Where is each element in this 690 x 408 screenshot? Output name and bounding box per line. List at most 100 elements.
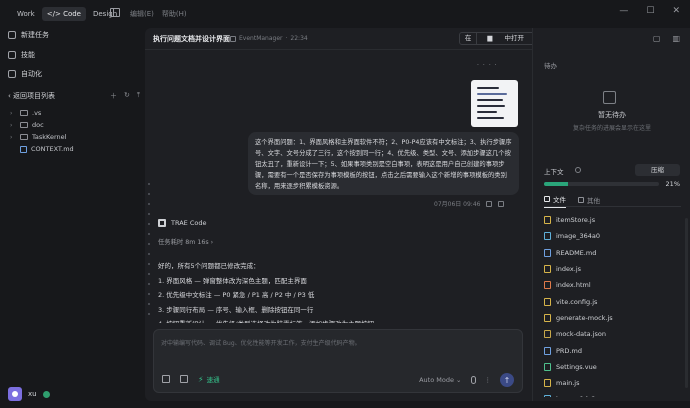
js-file-icon: [544, 379, 551, 388]
refresh-icon[interactable]: ↻: [124, 91, 130, 101]
mention-icon[interactable]: ⋮: [485, 376, 492, 384]
app-window: Work </> Code Design 编辑(E) 帮助(H) — ☐ ✕ 新…: [0, 0, 690, 408]
microphone-icon[interactable]: [470, 376, 476, 384]
fast-mode-toggle[interactable]: ⚡ 速通: [198, 374, 220, 385]
markdown-file-icon: [20, 145, 27, 153]
html-file-icon: [544, 281, 551, 290]
file-item[interactable]: index.html: [544, 277, 684, 293]
menu-edit[interactable]: 编辑(E): [130, 9, 154, 19]
menu-help[interactable]: 帮助(H): [162, 9, 187, 19]
nav-new-task-label: 新建任务: [21, 31, 49, 39]
collapse-icon[interactable]: ⤒: [137, 91, 140, 101]
send-button[interactable]: ↑: [500, 373, 514, 387]
new-file-icon[interactable]: ＋: [110, 91, 117, 101]
back-to-projects-label: 返回项目列表: [13, 92, 56, 100]
file-list-scrollbar[interactable]: [685, 218, 688, 388]
file-item[interactable]: mock-data.json: [544, 326, 684, 342]
mode-select[interactable]: Auto Mode ⌄: [419, 376, 461, 384]
folder-icon: ▆: [487, 34, 493, 42]
tree-item-context-md[interactable]: CONTEXT.md: [10, 145, 74, 153]
project-tree-header: ‹ 返回项目列表 ＋ ↻ ⤒: [8, 91, 140, 101]
copy-icon[interactable]: [486, 200, 493, 207]
image-dots: ····: [477, 62, 501, 69]
file-item[interactable]: image_364a0: [544, 228, 684, 244]
code-icon: </>: [46, 10, 61, 18]
user-message-bubble: 这个界面问题：1、界面风格和主界面软件不符；2、P0-P4应该有中文标注；3、执…: [248, 132, 519, 195]
mode-code[interactable]: </> Code: [41, 7, 86, 21]
avatar: [8, 387, 22, 401]
reply-line: 2. 优先级中文标注 — P0 紧急 / P1 高 / P2 中 / P3 低: [158, 291, 315, 299]
split-view-icon[interactable]: ▥: [672, 34, 680, 43]
skills-icon: [8, 51, 16, 59]
message-meta: 07月06日 09:46: [434, 199, 505, 208]
tree-item-vs[interactable]: › .vs: [10, 109, 41, 117]
file-item[interactable]: image_9dc2c: [544, 391, 684, 397]
status-badge: [42, 390, 50, 398]
reply-line: 1. 界面风格 — 弹窗整体改为深色主题，匹配主界面: [158, 276, 307, 285]
tab-divider: [544, 206, 681, 207]
nav-skills[interactable]: 技能: [8, 50, 35, 60]
attached-image-thumbnail[interactable]: [471, 80, 518, 127]
file-name: index.html: [556, 281, 591, 290]
img-file-icon: [544, 395, 551, 397]
right-panel-actions: ▢ ▥: [653, 34, 680, 43]
file-item[interactable]: index.js: [544, 261, 684, 277]
task-duration[interactable]: 任务耗时 8m 16s ›: [158, 237, 213, 246]
folder-icon: [20, 110, 28, 116]
panel-layout-icon[interactable]: ▢: [653, 34, 661, 43]
minimize-icon[interactable]: —: [619, 6, 628, 16]
chat-title: 执行问题文档并设计界面: [153, 35, 230, 43]
user-profile[interactable]: xu: [8, 387, 50, 401]
attach-icon[interactable]: [162, 375, 170, 383]
file-item[interactable]: README.md: [544, 245, 684, 261]
file-item[interactable]: generate-mock.js: [544, 310, 684, 326]
mode-work[interactable]: Work: [12, 7, 40, 21]
right-panel: ▢ ▥ 待办 暂无待办 复杂任务的进展会显示在这里 上下文 压缩 21% 文件 …: [532, 28, 690, 401]
file-item[interactable]: PRD.md: [544, 342, 684, 358]
open-in-label: 在: [464, 34, 472, 42]
back-to-projects[interactable]: ‹ 返回项目列表: [8, 91, 55, 101]
assistant-reply: 好的，所有5个问题都已修改完成： 1. 界面风格 — 弹窗整体改为深色主题，匹配…: [158, 259, 518, 323]
info-icon[interactable]: [575, 167, 581, 173]
image-icon[interactable]: [180, 375, 188, 383]
reply-line: 4. 按钮重新设计 — 优先级/类型选择改为胶囊标签，添加步骤改为主题按钮: [158, 317, 518, 323]
context-progress-fill: [544, 182, 569, 186]
reply-line: 好的，所有5个问题都已修改完成：: [158, 262, 260, 270]
empty-todo-title: 暂无待办: [598, 111, 626, 119]
tree-item-label: TaskKernel: [32, 133, 67, 141]
chevron-down-icon: ⌄: [456, 376, 462, 384]
sidebar-toggle-icon[interactable]: [110, 8, 120, 17]
file-name: README.md: [556, 248, 597, 257]
file-item[interactable]: vite.config.js: [544, 293, 684, 309]
file-item[interactable]: main.js: [544, 375, 684, 391]
mode-switcher: Work </> Code Design: [12, 7, 122, 21]
file-name: main.js: [556, 379, 580, 388]
mode-code-label: Code: [63, 10, 81, 18]
fast-mode-label: 速通: [206, 376, 220, 384]
open-target[interactable]: ▆ 中打开: [476, 33, 534, 44]
close-icon[interactable]: ✕: [672, 6, 680, 16]
file-name: image_364a0: [556, 232, 601, 241]
chat-header: 执行问题文档并设计界面 EventManager · 22:34 在 ▆ 中打开: [145, 28, 535, 50]
empty-todo-icon: [603, 91, 616, 104]
mode-select-label: Auto Mode: [419, 376, 454, 384]
nav-new-task[interactable]: 新建任务: [8, 30, 49, 40]
nav-automation[interactable]: 自动化: [8, 69, 42, 79]
maximize-icon[interactable]: ☐: [646, 6, 654, 16]
edit-icon[interactable]: [498, 200, 505, 207]
tree-item-taskkernel[interactable]: › TaskKernel: [10, 133, 66, 141]
top-bar: Work </> Code Design 编辑(E) 帮助(H) — ☐ ✕: [0, 0, 690, 28]
open-in-button[interactable]: 在 ▆ 中打开: [458, 32, 535, 45]
compress-button[interactable]: 压缩: [635, 164, 680, 176]
img-file-icon: [544, 232, 551, 241]
file-item[interactable]: itemStore.js: [544, 212, 684, 228]
trae-logo-icon: [158, 219, 166, 227]
file-item[interactable]: Settings.vue: [544, 359, 684, 375]
input-placeholder: 对中输编写代码、调试 Bug、优化性能等开发工作，支付生产级代码产物。: [161, 340, 361, 347]
chat-input[interactable]: 对中输编写代码、调试 Bug、优化性能等开发工作，支付生产级代码产物。 ⚡ 速通 …: [153, 329, 523, 393]
assistant-name: TRAE Code: [171, 219, 207, 227]
md-file-icon: [544, 248, 551, 257]
tree-item-doc[interactable]: › doc: [10, 121, 44, 129]
context-progress-bar: [544, 182, 659, 186]
assistant-header: TRAE Code: [158, 219, 206, 227]
